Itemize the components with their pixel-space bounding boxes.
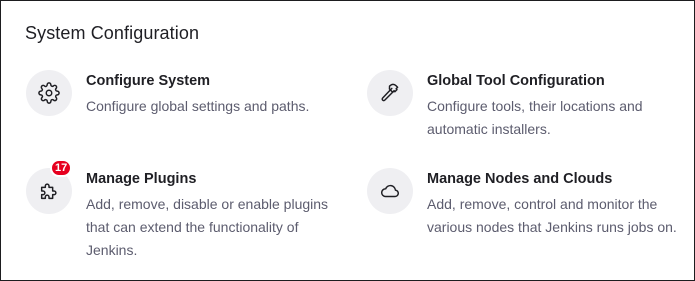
manage-nodes-and-clouds-link[interactable]: Manage Nodes and Clouds Add, remove, con… xyxy=(367,168,677,260)
configure-system-title: Configure System xyxy=(86,73,211,89)
manage-plugins-title: Manage Plugins xyxy=(86,171,197,187)
global-tool-configuration-link[interactable]: Global Tool Configuration Configure tool… xyxy=(367,70,667,140)
gear-icon xyxy=(26,70,72,116)
section-title: System Configuration xyxy=(25,23,200,43)
manage-nodes-and-clouds-description: Add, remove, control and monitor the var… xyxy=(427,196,677,235)
global-tool-configuration-title: Global Tool Configuration xyxy=(427,73,605,89)
system-configuration-panel: System Configuration Configure System Co… xyxy=(0,0,695,281)
plugin-updates-badge: 17 xyxy=(50,159,73,177)
global-tool-configuration-description: Configure tools, their locations and aut… xyxy=(427,98,643,137)
configure-system-description: Configure global settings and paths. xyxy=(86,98,310,114)
manage-plugins-description: Add, remove, disable or enable plugins t… xyxy=(86,196,329,258)
manage-nodes-and-clouds-title: Manage Nodes and Clouds xyxy=(427,171,613,187)
cloud-icon xyxy=(367,168,413,214)
hammer-icon xyxy=(367,70,413,116)
manage-plugins-link[interactable]: 17 Manage Plugins Add, remove, disable o… xyxy=(26,159,328,260)
configure-system-link[interactable]: Configure System Configure global settin… xyxy=(26,70,326,140)
